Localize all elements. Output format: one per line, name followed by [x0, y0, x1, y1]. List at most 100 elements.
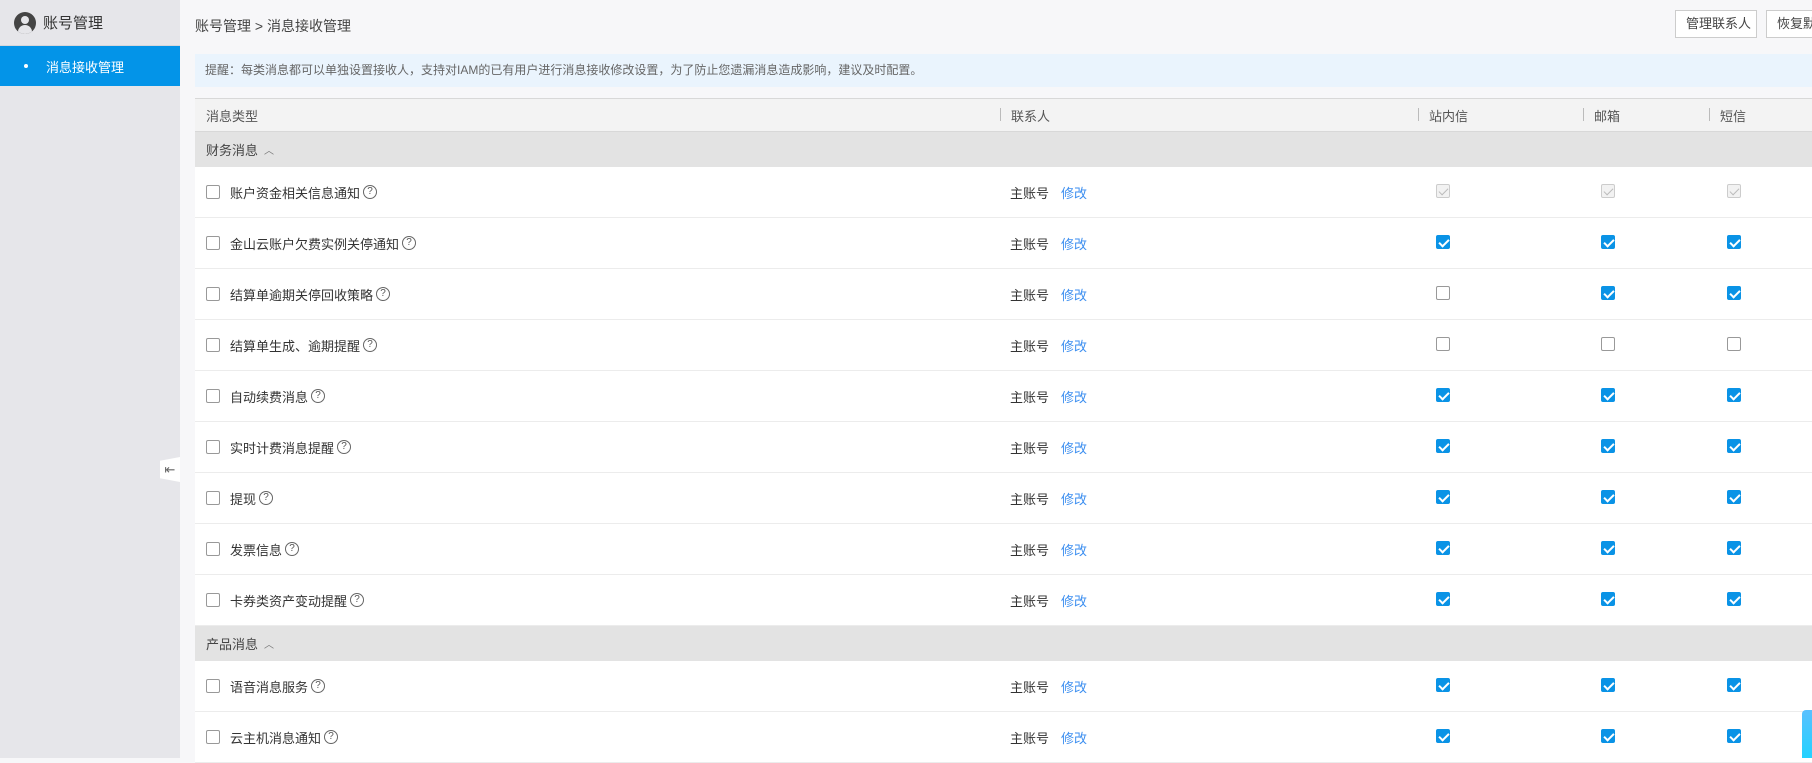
inbox-checkbox[interactable]: [1436, 387, 1450, 402]
inbox-cell: [1418, 387, 1583, 405]
email-checkbox[interactable]: [1601, 591, 1615, 606]
edit-contact-link[interactable]: 修改: [1061, 390, 1087, 405]
edit-contact-link[interactable]: 修改: [1061, 731, 1087, 746]
help-icon[interactable]: ?: [285, 542, 300, 556]
sms-checkbox[interactable]: [1727, 438, 1741, 453]
row-select-checkbox[interactable]: [206, 593, 220, 607]
edit-contact-link[interactable]: 修改: [1061, 288, 1087, 303]
row-select-checkbox[interactable]: [206, 679, 220, 693]
message-type-name: 金山云账户欠费实例关停通知: [230, 236, 400, 252]
inbox-checkbox[interactable]: [1436, 591, 1450, 606]
sms-checkbox[interactable]: [1727, 677, 1741, 692]
row-select-checkbox[interactable]: [206, 730, 220, 744]
inbox-cell: [1418, 489, 1583, 507]
inbox-checkbox[interactable]: [1436, 438, 1450, 453]
group-row[interactable]: 财务消息 ︿: [195, 132, 1812, 167]
sms-cell: [1709, 438, 1812, 456]
help-icon[interactable]: ?: [324, 730, 339, 744]
row-select-checkbox[interactable]: [206, 185, 220, 199]
chevron-up-icon[interactable]: ︿: [264, 636, 274, 651]
inbox-checkbox[interactable]: [1436, 677, 1450, 692]
contact-name: 主账号: [1010, 440, 1050, 456]
email-checkbox[interactable]: [1601, 438, 1615, 453]
row-select-checkbox[interactable]: [206, 491, 220, 505]
help-icon[interactable]: ?: [376, 287, 391, 301]
restore-default-button[interactable]: 恢复默认: [1766, 10, 1812, 38]
help-icon[interactable]: ?: [363, 185, 378, 199]
contact-cell: 主账号 修改: [1000, 285, 1418, 304]
sms-checkbox[interactable]: [1727, 591, 1741, 606]
scrollbar-thumb[interactable]: [1802, 710, 1812, 758]
sms-checkbox[interactable]: [1727, 728, 1741, 743]
email-checkbox[interactable]: [1601, 387, 1615, 402]
help-icon[interactable]: ?: [402, 236, 417, 250]
row-select-checkbox[interactable]: [206, 287, 220, 301]
help-icon[interactable]: ?: [337, 440, 352, 454]
help-icon[interactable]: ?: [350, 593, 365, 607]
message-settings-table: 消息类型 联系人 站内信 邮箱 短信 财务消息 ︿ 账户资金相关信息通知? 主账号 修改…: [195, 98, 1812, 763]
help-icon[interactable]: ?: [311, 679, 326, 693]
email-checkbox[interactable]: [1601, 285, 1615, 300]
breadcrumb-separator: >: [254, 18, 264, 34]
help-icon[interactable]: ?: [259, 491, 274, 505]
message-type-name: 云主机消息通知: [230, 730, 322, 746]
contact-cell: 主账号 修改: [1000, 591, 1418, 610]
message-type-name: 卡券类资产变动提醒: [230, 593, 348, 609]
sms-checkbox[interactable]: [1727, 285, 1741, 300]
edit-contact-link[interactable]: 修改: [1061, 186, 1087, 201]
row-select-checkbox[interactable]: [206, 338, 220, 352]
email-cell: [1583, 728, 1709, 746]
sidebar-item-message-receive[interactable]: 消息接收管理: [0, 46, 180, 86]
breadcrumb-parent[interactable]: 账号管理: [195, 18, 251, 34]
edit-contact-link[interactable]: 修改: [1061, 594, 1087, 609]
email-cell: [1583, 234, 1709, 252]
edit-contact-link[interactable]: 修改: [1061, 680, 1087, 695]
email-checkbox[interactable]: [1601, 540, 1615, 555]
edit-contact-link[interactable]: 修改: [1061, 441, 1087, 456]
chevron-up-icon[interactable]: ︿: [264, 142, 274, 157]
row-select-checkbox[interactable]: [206, 389, 220, 403]
email-checkbox[interactable]: [1601, 234, 1615, 249]
edit-contact-link[interactable]: 修改: [1061, 492, 1087, 507]
inbox-checkbox[interactable]: [1436, 285, 1450, 300]
edit-contact-link[interactable]: 修改: [1061, 543, 1087, 558]
sms-checkbox[interactable]: [1727, 540, 1741, 555]
table-row: 实时计费消息提醒? 主账号 修改: [195, 422, 1812, 473]
sms-checkbox[interactable]: [1727, 387, 1741, 402]
email-checkbox[interactable]: [1601, 677, 1615, 692]
inbox-checkbox[interactable]: [1436, 728, 1450, 743]
row-select-checkbox[interactable]: [206, 542, 220, 556]
row-select-checkbox[interactable]: [206, 236, 220, 250]
inbox-checkbox[interactable]: [1436, 540, 1450, 555]
inbox-checkbox[interactable]: [1436, 489, 1450, 504]
header-contact: 联系人: [1000, 106, 1418, 125]
collapse-sidebar-icon[interactable]: ⇤: [160, 457, 180, 482]
inbox-checkbox[interactable]: [1436, 234, 1450, 249]
group-row[interactable]: 产品消息 ︿: [195, 626, 1812, 661]
email-checkbox[interactable]: [1601, 728, 1615, 743]
email-checkbox[interactable]: [1601, 489, 1615, 504]
breadcrumb: 账号管理 > 消息接收管理: [195, 16, 351, 36]
sms-checkbox[interactable]: [1727, 336, 1741, 351]
message-type-cell: 实时计费消息提醒?: [195, 438, 1000, 457]
inbox-cell: [1418, 591, 1583, 609]
sms-checkbox[interactable]: [1727, 234, 1741, 249]
breadcrumb-current: 消息接收管理: [266, 18, 351, 34]
message-type-cell: 语音消息服务?: [195, 677, 1000, 696]
table-header: 消息类型 联系人 站内信 邮箱 短信: [195, 98, 1812, 132]
email-checkbox[interactable]: [1601, 336, 1615, 351]
contact-cell: 主账号 修改: [1000, 677, 1418, 696]
edit-contact-link[interactable]: 修改: [1061, 237, 1087, 252]
contact-name: 主账号: [1010, 236, 1050, 252]
sms-checkbox[interactable]: [1727, 489, 1741, 504]
edit-contact-link[interactable]: 修改: [1061, 339, 1087, 354]
group-name: 财务消息: [206, 143, 259, 158]
message-type-cell: 账户资金相关信息通知?: [195, 183, 1000, 202]
help-icon[interactable]: ?: [311, 389, 326, 403]
header-sms: 短信: [1709, 106, 1812, 125]
inbox-cell: [1418, 336, 1583, 354]
help-icon[interactable]: ?: [363, 338, 378, 352]
row-select-checkbox[interactable]: [206, 440, 220, 454]
inbox-checkbox[interactable]: [1436, 336, 1450, 351]
manage-contacts-button[interactable]: 管理联系人: [1675, 10, 1757, 38]
